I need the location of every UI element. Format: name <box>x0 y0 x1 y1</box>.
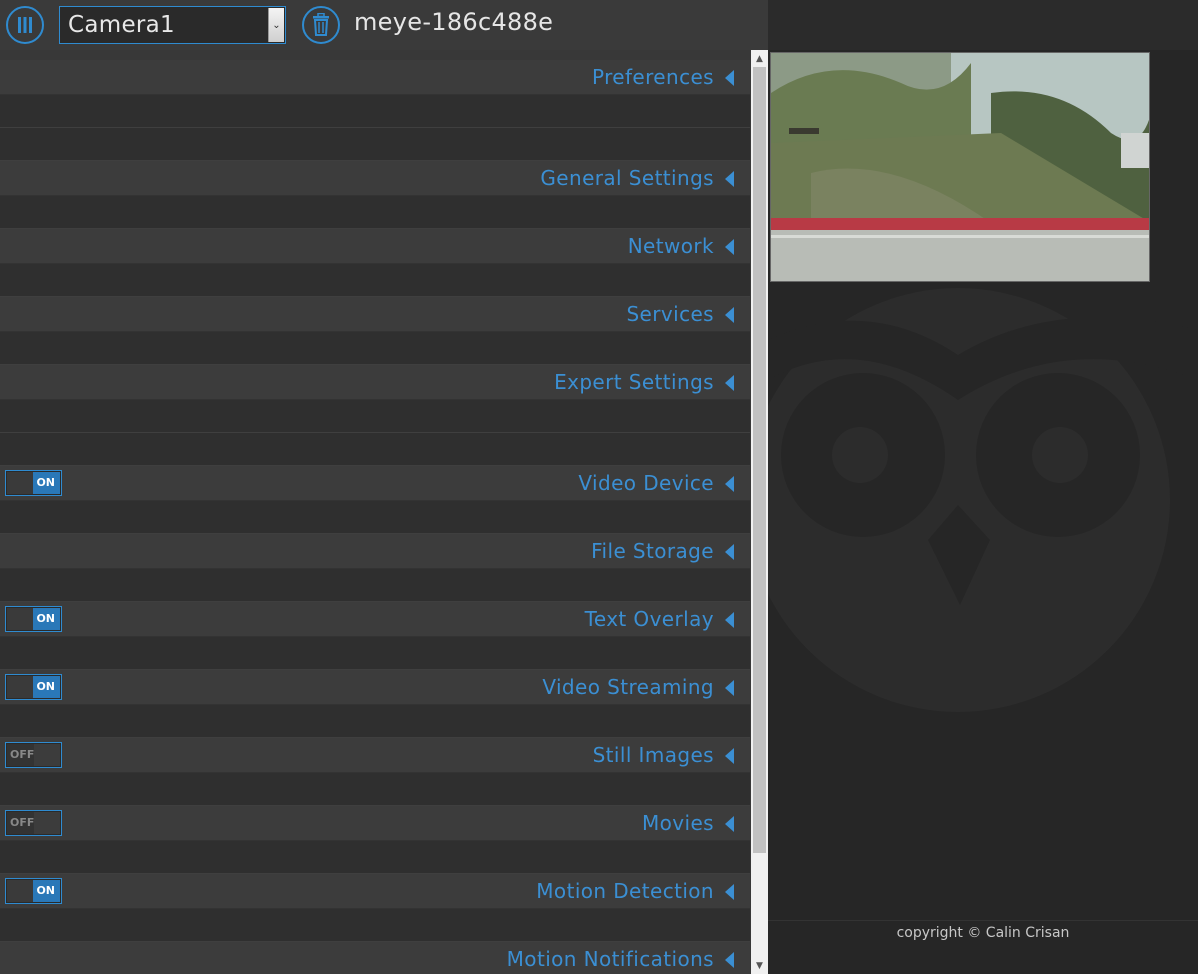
video-device-toggle[interactable]: ON <box>5 470 62 496</box>
trash-icon <box>313 13 329 36</box>
section-motion-notifications[interactable]: Motion Notifications <box>0 942 750 974</box>
toggle-state: ON <box>36 476 55 489</box>
section-divider <box>0 501 750 534</box>
expand-arrow-icon[interactable] <box>725 816 734 832</box>
expand-arrow-icon[interactable] <box>725 544 734 560</box>
section-label: Expert Settings <box>554 370 714 394</box>
owl-logo-icon <box>768 288 1198 712</box>
camera-snapshot <box>771 53 1149 281</box>
section-services[interactable]: Services <box>0 297 750 332</box>
expand-arrow-icon[interactable] <box>725 884 734 900</box>
video-streaming-toggle[interactable]: ON <box>5 674 62 700</box>
camera-select-value: Camera1 <box>68 12 175 38</box>
footer: copyright © Calin Crisan <box>768 920 1198 974</box>
section-text-overlay[interactable]: ON Text Overlay <box>0 602 750 637</box>
section-label: Motion Detection <box>536 879 714 903</box>
section-label: Still Images <box>592 743 714 767</box>
section-divider <box>0 705 750 738</box>
still-images-toggle[interactable]: OFF <box>5 742 62 768</box>
section-label: Movies <box>641 811 714 835</box>
section-divider <box>0 773 750 806</box>
section-still-images[interactable]: OFF Still Images <box>0 738 750 773</box>
top-bar: Camera1 ⌄ meye-186c488e <box>0 0 768 50</box>
movies-toggle[interactable]: OFF <box>5 810 62 836</box>
section-file-storage[interactable]: File Storage <box>0 534 750 569</box>
section-divider <box>0 128 750 161</box>
expand-arrow-icon[interactable] <box>725 612 734 628</box>
toggle-state: OFF <box>10 816 35 829</box>
section-preferences[interactable]: Preferences <box>0 60 750 95</box>
top-bar-right <box>768 0 1198 50</box>
settings-list: Preferences General Settings Network Ser… <box>0 60 750 974</box>
expand-arrow-icon[interactable] <box>725 748 734 764</box>
section-motion-detection[interactable]: ON Motion Detection <box>0 874 750 909</box>
section-divider <box>0 264 750 297</box>
expand-arrow-icon[interactable] <box>725 307 734 323</box>
menu-bars-icon <box>18 17 32 33</box>
section-network[interactable]: Network <box>0 229 750 264</box>
section-label: Text Overlay <box>584 607 714 631</box>
section-divider <box>0 95 750 128</box>
section-video-streaming[interactable]: ON Video Streaming <box>0 670 750 705</box>
chevron-down-icon[interactable]: ⌄ <box>268 8 284 42</box>
section-divider <box>0 841 750 874</box>
expand-arrow-icon[interactable] <box>725 239 734 255</box>
motioneye-app: Camera1 ⌄ meye-186c488e Preferences Gene… <box>0 0 1198 974</box>
expand-arrow-icon[interactable] <box>725 171 734 187</box>
toggle-state: OFF <box>10 748 35 761</box>
toggle-state: ON <box>36 884 55 897</box>
toggle-state: ON <box>36 680 55 693</box>
settings-menu-button[interactable] <box>6 6 44 44</box>
expand-arrow-icon[interactable] <box>725 952 734 968</box>
camera-area <box>768 50 1198 920</box>
remove-camera-button[interactable] <box>302 6 340 44</box>
section-label: Video Device <box>578 471 714 495</box>
section-label: Preferences <box>591 65 714 89</box>
scrollbar-thumb[interactable] <box>753 67 766 853</box>
section-label: Network <box>627 234 714 258</box>
settings-panel: Preferences General Settings Network Ser… <box>0 50 768 974</box>
scroll-up-icon[interactable]: ▲ <box>751 50 768 67</box>
expand-arrow-icon[interactable] <box>725 375 734 391</box>
motion-detection-toggle[interactable]: ON <box>5 878 62 904</box>
section-expert-settings[interactable]: Expert Settings <box>0 365 750 400</box>
section-label: Motion Notifications <box>506 947 714 971</box>
section-label: General Settings <box>540 166 714 190</box>
section-divider <box>0 433 750 466</box>
toggle-state: ON <box>36 612 55 625</box>
section-divider <box>0 569 750 602</box>
expand-arrow-icon[interactable] <box>725 476 734 492</box>
section-movies[interactable]: OFF Movies <box>0 806 750 841</box>
expand-arrow-icon[interactable] <box>725 70 734 86</box>
settings-scrollbar[interactable]: ▲ ▼ <box>751 50 768 974</box>
section-general-settings[interactable]: General Settings <box>0 161 750 196</box>
camera-select[interactable]: Camera1 ⌄ <box>59 6 286 44</box>
section-divider <box>0 909 750 942</box>
hostname-title: meye-186c488e <box>354 8 554 36</box>
section-label: Services <box>626 302 714 326</box>
section-divider <box>0 332 750 365</box>
text-overlay-toggle[interactable]: ON <box>5 606 62 632</box>
section-label: Video Streaming <box>542 675 714 699</box>
section-label: File Storage <box>591 539 714 563</box>
section-video-device[interactable]: ON Video Device <box>0 466 750 501</box>
camera-frame[interactable] <box>770 52 1150 282</box>
copyright-text: copyright © Calin Crisan <box>896 925 1070 941</box>
section-divider <box>0 196 750 229</box>
expand-arrow-icon[interactable] <box>725 680 734 696</box>
scroll-down-icon[interactable]: ▼ <box>751 957 768 974</box>
section-divider <box>0 637 750 670</box>
section-divider <box>0 400 750 433</box>
